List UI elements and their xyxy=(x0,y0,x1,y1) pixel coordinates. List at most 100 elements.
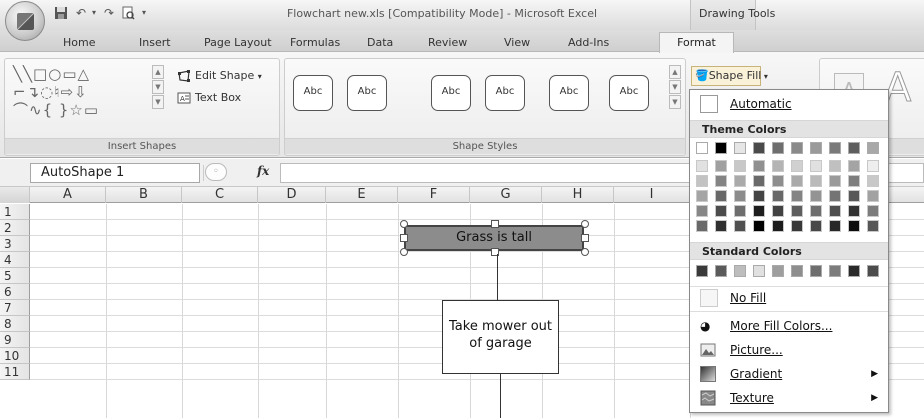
flowchart-shape-take-mower[interactable]: Take mower out of garage xyxy=(442,300,559,374)
color-swatch[interactable] xyxy=(734,265,746,277)
tab-page-layout[interactable]: Page Layout xyxy=(204,36,272,49)
row-header[interactable]: 5 xyxy=(0,268,30,284)
color-swatch[interactable] xyxy=(867,220,879,232)
color-swatch[interactable] xyxy=(791,220,803,232)
save-icon[interactable] xyxy=(53,6,69,20)
name-box[interactable]: AutoShape 1 ▼ xyxy=(30,163,216,183)
color-swatch[interactable] xyxy=(753,160,765,172)
color-swatch[interactable] xyxy=(791,160,803,172)
tab-formulas[interactable]: Formulas xyxy=(290,36,340,49)
scroll-up-icon[interactable]: ▲ xyxy=(669,65,681,79)
print-preview-icon[interactable] xyxy=(120,6,136,20)
scroll-down-icon[interactable]: ▼ xyxy=(669,80,681,94)
color-swatch[interactable] xyxy=(848,142,860,154)
row-header[interactable]: 8 xyxy=(0,316,30,332)
redo-icon[interactable]: ↷ xyxy=(102,6,116,20)
column-header[interactable]: C xyxy=(182,187,258,203)
color-swatch[interactable] xyxy=(810,142,822,154)
select-all-button[interactable] xyxy=(0,187,30,203)
connector-line[interactable] xyxy=(497,254,498,300)
color-swatch[interactable] xyxy=(791,142,803,154)
row-header[interactable]: 9 xyxy=(0,332,30,348)
color-swatch[interactable] xyxy=(829,142,841,154)
row-header[interactable]: 2 xyxy=(0,220,30,236)
color-swatch[interactable] xyxy=(829,160,841,172)
tab-review[interactable]: Review xyxy=(428,36,467,49)
column-header[interactable]: I xyxy=(614,187,690,203)
tab-home[interactable]: Home xyxy=(63,36,95,49)
insert-function-button[interactable]: fx xyxy=(257,164,269,178)
color-swatch[interactable] xyxy=(753,175,765,187)
scroll-up-icon[interactable]: ▲ xyxy=(152,65,164,79)
shape-style-2[interactable]: Abc xyxy=(347,75,387,111)
shape-fill-button[interactable]: 🪣Shape Fill ▾ xyxy=(691,66,768,86)
color-swatch[interactable] xyxy=(734,175,746,187)
shape-style-4[interactable]: Abc xyxy=(485,75,525,111)
row-header[interactable]: 3 xyxy=(0,236,30,252)
color-swatch[interactable] xyxy=(810,160,822,172)
color-swatch[interactable] xyxy=(715,175,727,187)
resize-handle[interactable] xyxy=(400,220,408,228)
color-swatch[interactable] xyxy=(696,220,708,232)
row-header[interactable]: 6 xyxy=(0,284,30,300)
color-swatch[interactable] xyxy=(829,220,841,232)
color-swatch[interactable] xyxy=(715,265,727,277)
color-swatch[interactable] xyxy=(772,265,784,277)
color-swatch[interactable] xyxy=(753,142,765,154)
color-swatch[interactable] xyxy=(772,175,784,187)
column-header[interactable]: A xyxy=(30,187,106,203)
shape-styles-scroll[interactable]: ▲ ▼ ▼ xyxy=(669,65,681,110)
color-swatch[interactable] xyxy=(696,205,708,217)
color-swatch[interactable] xyxy=(829,205,841,217)
column-header[interactable]: D xyxy=(258,187,326,203)
color-swatch[interactable] xyxy=(753,205,765,217)
undo-icon[interactable]: ↶ xyxy=(74,6,88,20)
resize-handle[interactable] xyxy=(400,234,408,242)
resize-handle[interactable] xyxy=(581,220,589,228)
automatic-item[interactable]: Automatic xyxy=(690,92,888,116)
color-swatch[interactable] xyxy=(848,175,860,187)
tab-view[interactable]: View xyxy=(504,36,530,49)
color-swatch[interactable] xyxy=(791,190,803,202)
resize-handle[interactable] xyxy=(581,248,589,256)
color-swatch[interactable] xyxy=(867,142,879,154)
color-swatch[interactable] xyxy=(734,190,746,202)
customize-qat-icon[interactable]: ▾ xyxy=(139,6,149,20)
color-swatch[interactable] xyxy=(715,142,727,154)
color-swatch[interactable] xyxy=(772,190,784,202)
column-header[interactable]: B xyxy=(106,187,182,203)
row-header[interactable]: 7 xyxy=(0,300,30,316)
more-icon[interactable]: ▼ xyxy=(669,95,681,109)
color-swatch[interactable] xyxy=(696,160,708,172)
shape-style-1[interactable]: Abc xyxy=(293,75,333,111)
color-swatch[interactable] xyxy=(696,175,708,187)
color-swatch[interactable] xyxy=(715,160,727,172)
color-swatch[interactable] xyxy=(715,190,727,202)
shapes-gallery[interactable]: ╲╲□○▭△ ⌐↴◌♮⇨⇩ ⌒∿{ }☆▭ xyxy=(13,65,153,119)
color-swatch[interactable] xyxy=(848,220,860,232)
row-header[interactable]: 11 xyxy=(0,364,30,380)
color-swatch[interactable] xyxy=(753,265,765,277)
color-swatch[interactable] xyxy=(810,220,822,232)
color-swatch[interactable] xyxy=(829,265,841,277)
color-swatch[interactable] xyxy=(772,160,784,172)
color-swatch[interactable] xyxy=(791,205,803,217)
color-swatch[interactable] xyxy=(734,142,746,154)
color-swatch[interactable] xyxy=(772,205,784,217)
color-swatch[interactable] xyxy=(791,265,803,277)
office-button[interactable] xyxy=(5,1,45,41)
color-swatch[interactable] xyxy=(715,220,727,232)
formula-cancel-icon[interactable]: ◦ xyxy=(205,163,227,181)
picture-item[interactable]: Picture... xyxy=(690,338,888,362)
tab-data[interactable]: Data xyxy=(367,36,393,49)
color-swatch[interactable] xyxy=(715,205,727,217)
no-fill-item[interactable]: No Fill xyxy=(690,286,888,310)
color-swatch[interactable] xyxy=(696,265,708,277)
color-swatch[interactable] xyxy=(867,265,879,277)
color-swatch[interactable] xyxy=(734,220,746,232)
scroll-down-icon[interactable]: ▼ xyxy=(152,80,164,94)
color-swatch[interactable] xyxy=(753,190,765,202)
column-header[interactable]: F xyxy=(398,187,470,203)
more-fill-colors-item[interactable]: ◕ More Fill Colors... xyxy=(690,314,888,338)
color-swatch[interactable] xyxy=(810,265,822,277)
